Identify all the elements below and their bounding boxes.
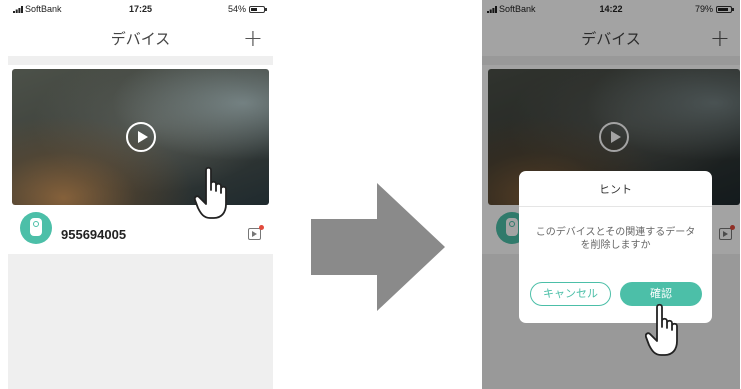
device-id: 955694005	[61, 227, 127, 242]
dialog-divider	[519, 206, 712, 207]
playback-icon[interactable]	[248, 225, 264, 240]
list-background	[8, 254, 273, 389]
cancel-button[interactable]: キャンセル	[530, 282, 611, 306]
phone-before: SoftBank 17:25 54% デバイス + 955694005	[8, 0, 273, 389]
play-icon[interactable]	[125, 122, 156, 152]
battery: 54%	[227, 4, 267, 14]
dialog-message: このデバイスとその関連するデータを削除しますか	[535, 227, 696, 251]
transition-arrow-icon	[311, 183, 445, 311]
camera-icon	[20, 212, 52, 244]
confirm-dialog: ヒント このデバイスとその関連するデータを削除しますか キャンセル 確認	[519, 171, 712, 323]
notification-dot	[259, 225, 264, 230]
phone-after: SoftBank 14:22 79% デバイス + ヒント このデバイスとその関…	[482, 0, 740, 389]
hand-pointer-icon	[645, 303, 689, 359]
battery-percent: 54%	[227, 4, 246, 14]
add-device-button[interactable]: +	[243, 24, 263, 52]
battery-icon	[249, 5, 267, 13]
page-title: デバイス	[110, 30, 171, 48]
hand-pointer-icon	[194, 166, 238, 222]
separator	[8, 56, 273, 65]
status-bar: SoftBank 17:25 54%	[8, 0, 273, 17]
dialog-title: ヒント	[599, 183, 632, 196]
nav-bar: デバイス +	[8, 24, 273, 54]
